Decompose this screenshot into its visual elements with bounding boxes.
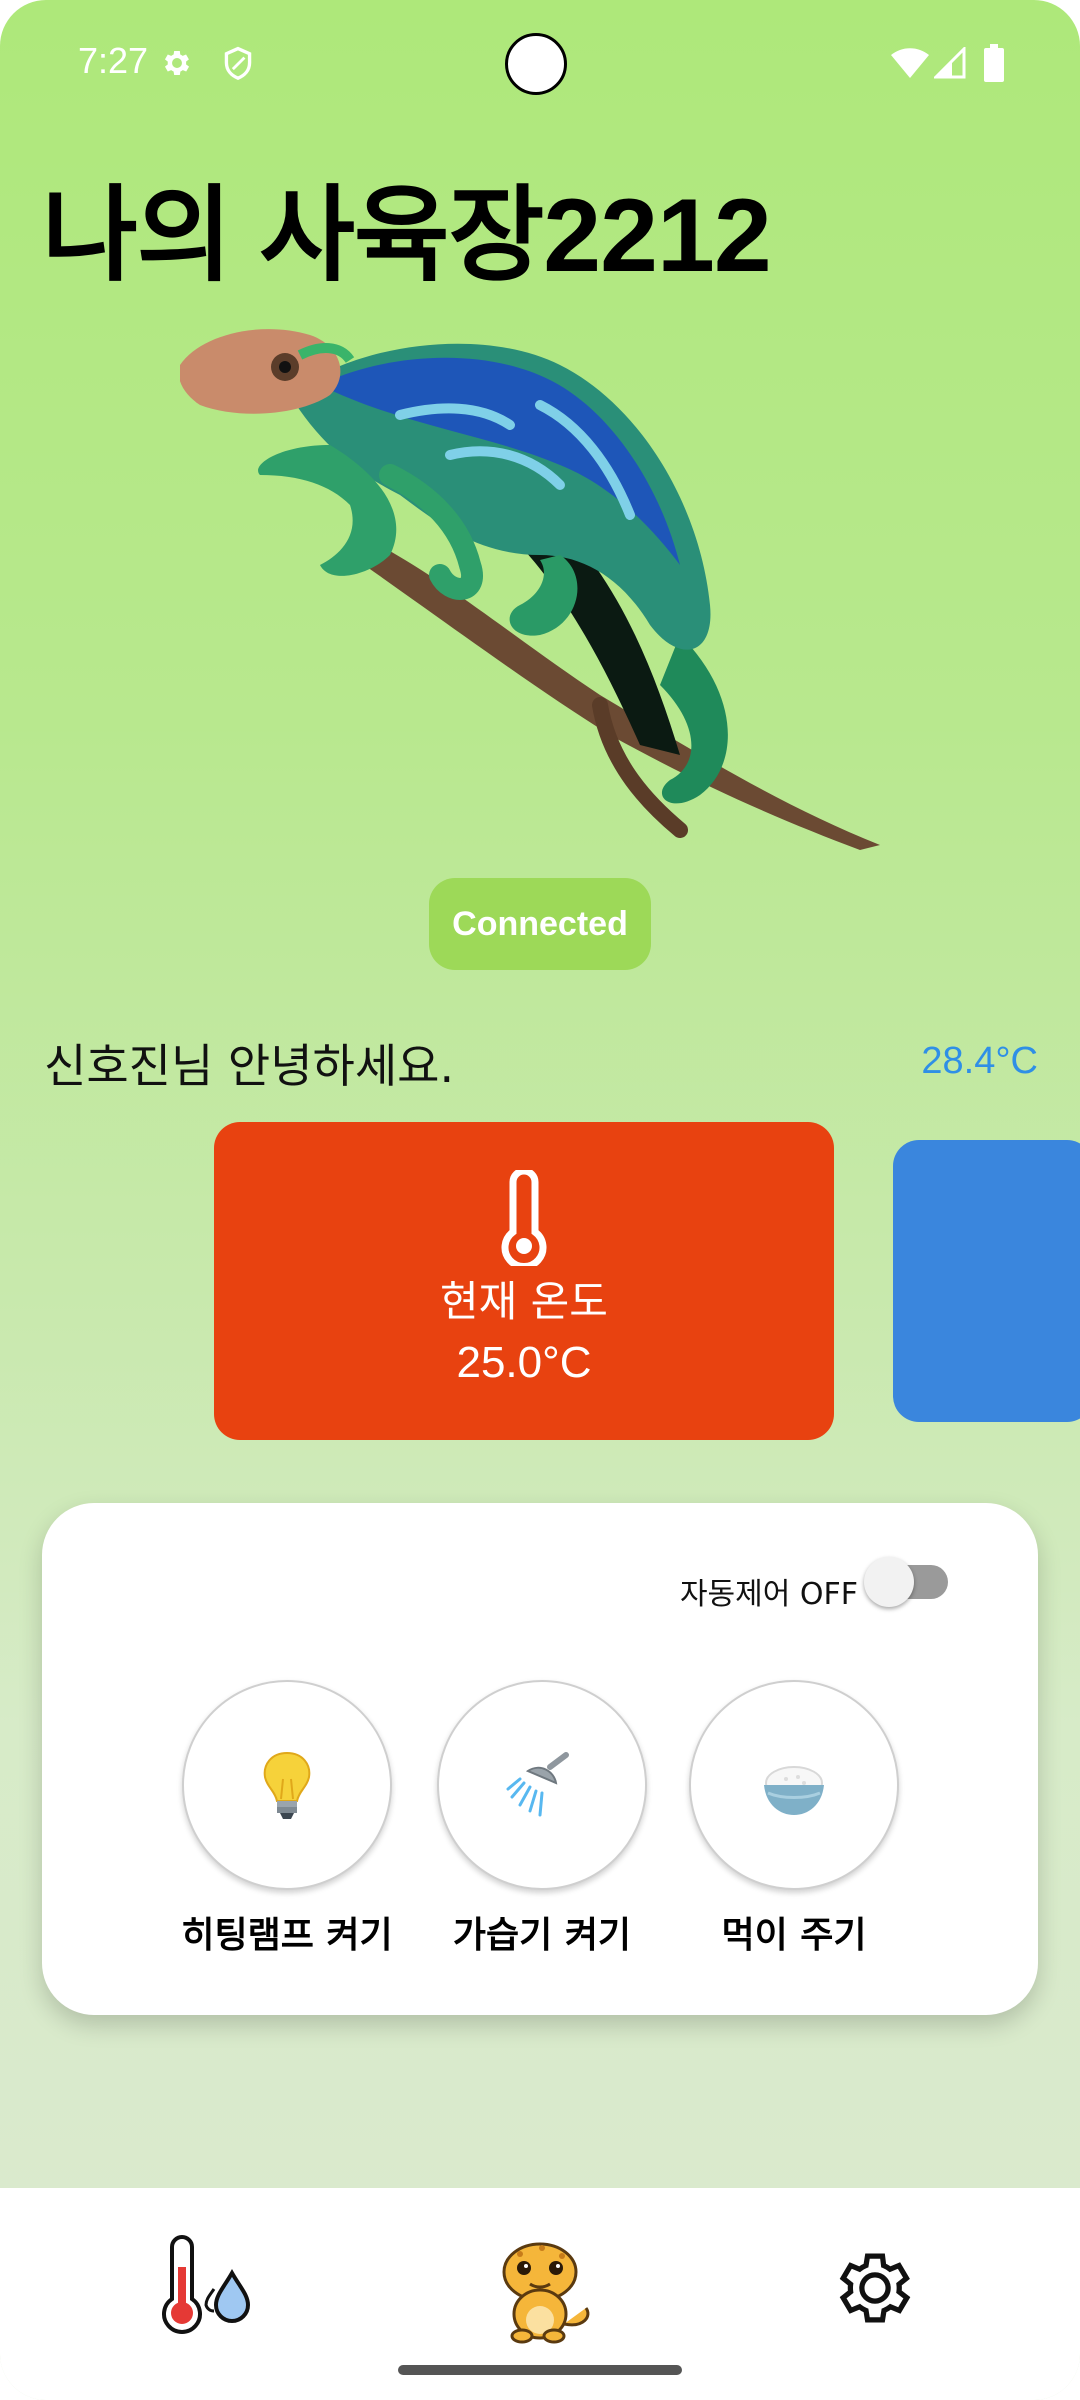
control-panel: 자동제어 OFF 히팅램프 켜기 가습기 켜기 먹이 주기 (42, 1503, 1038, 2015)
heating-lamp-action[interactable]: 히팅램프 켜기 (181, 1680, 393, 1956)
humidity-card[interactable] (893, 1140, 1080, 1422)
home-indicator[interactable] (398, 2365, 682, 2375)
rice-bowl-icon (764, 1766, 824, 1815)
nav-home[interactable] (480, 2228, 600, 2348)
settings-icon (164, 50, 190, 76)
nav-environment[interactable] (145, 2228, 265, 2348)
app-screen: 7:27 나의 사육장2212 Connected 신호진님 안녕하세요. 28… (0, 0, 1080, 2400)
thermometer-icon (501, 1170, 547, 1266)
card-label: 현재 온도 (440, 1277, 608, 1326)
page-title: 나의 사육장2212 (42, 178, 772, 294)
current-temperature-card[interactable]: 현재 온도 25.0°C (214, 1122, 834, 1440)
nav-settings[interactable] (815, 2228, 935, 2348)
heating-lamp-button[interactable] (182, 1680, 392, 1890)
shield-icon (224, 46, 252, 80)
lightbulb-icon (263, 1751, 311, 1819)
card-value: 25.0°C (456, 1338, 592, 1387)
shower-head-icon (506, 1752, 569, 1817)
ambient-temperature: 28.4°C (921, 1040, 1038, 1082)
battery-icon (984, 44, 1004, 82)
humidifier-label: 가습기 켜기 (452, 1915, 632, 1956)
feed-button[interactable] (689, 1680, 899, 1890)
toggle-thumb[interactable] (864, 1557, 914, 1607)
status-time: 7:27 (78, 40, 149, 81)
humidifier-action[interactable]: 가습기 켜기 (437, 1680, 647, 1956)
greeting-text: 신호진님 안녕하세요. (44, 1039, 455, 1093)
auto-control-label: 자동제어 OFF (679, 1577, 858, 1612)
feed-action[interactable]: 먹이 주기 (689, 1680, 899, 1956)
chameleon-image (180, 329, 880, 850)
gear-icon (839, 2253, 911, 2323)
gecko-icon (502, 2242, 590, 2344)
thermometer-droplet-icon (162, 2235, 251, 2334)
status-bar: 7:27 (0, 0, 1080, 130)
humidifier-button[interactable] (437, 1680, 647, 1890)
heating-lamp-label: 히팅램프 켜기 (181, 1915, 393, 1956)
camera-cutout (505, 33, 567, 95)
feed-label: 먹이 주기 (721, 1915, 867, 1956)
signal-icon (934, 47, 966, 79)
connection-status-badge: Connected (429, 878, 651, 970)
wifi-icon (891, 48, 929, 78)
